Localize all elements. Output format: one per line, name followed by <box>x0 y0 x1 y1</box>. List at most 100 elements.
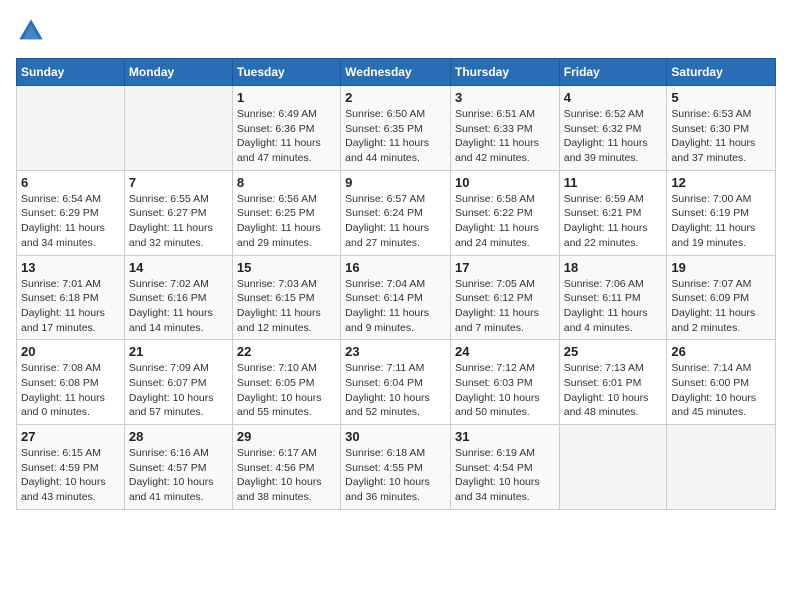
calendar-cell <box>124 86 232 171</box>
week-row-4: 20 Sunrise: 7:08 AM Sunset: 6:08 PM Dayli… <box>17 340 776 425</box>
day-number: 29 <box>237 429 336 444</box>
week-row-3: 13 Sunrise: 7:01 AM Sunset: 6:18 PM Dayli… <box>17 255 776 340</box>
calendar-cell: 1 Sunrise: 6:49 AM Sunset: 6:36 PM Daylig… <box>232 86 340 171</box>
calendar-cell: 3 Sunrise: 6:51 AM Sunset: 6:33 PM Daylig… <box>450 86 559 171</box>
day-number: 13 <box>21 260 120 275</box>
calendar-cell: 6Sunrise: 6:54 AM Sunset: 6:29 PM Daylig… <box>17 170 125 255</box>
day-number: 14 <box>129 260 228 275</box>
day-info: Sunrise: 7:14 AM Sunset: 6:00 PM Dayligh… <box>671 361 771 420</box>
day-number: 31 <box>455 429 555 444</box>
calendar-cell <box>559 425 667 510</box>
day-info: Sunrise: 7:08 AM Sunset: 6:08 PM Dayligh… <box>21 361 120 420</box>
day-info: Sunrise: 7:05 AM Sunset: 6:12 PM Dayligh… <box>455 277 555 336</box>
day-number: 26 <box>671 344 771 359</box>
day-number: 15 <box>237 260 336 275</box>
day-info: Sunrise: 6:52 AM Sunset: 6:32 PM Dayligh… <box>564 107 663 166</box>
day-info: Sunrise: 7:00 AM Sunset: 6:19 PM Dayligh… <box>671 192 771 251</box>
day-info: Sunrise: 6:19 AM Sunset: 4:54 PM Dayligh… <box>455 446 555 505</box>
day-info: Sunrise: 7:04 AM Sunset: 6:14 PM Dayligh… <box>345 277 446 336</box>
day-number: 7 <box>129 175 228 190</box>
calendar-cell: 19 Sunrise: 7:07 AM Sunset: 6:09 PM Dayli… <box>667 255 776 340</box>
day-number: 24 <box>455 344 555 359</box>
day-info: Sunrise: 7:12 AM Sunset: 6:03 PM Dayligh… <box>455 361 555 420</box>
day-info: Sunrise: 6:17 AM Sunset: 4:56 PM Dayligh… <box>237 446 336 505</box>
calendar-cell <box>17 86 125 171</box>
calendar-cell: 29 Sunrise: 6:17 AM Sunset: 4:56 PM Dayli… <box>232 425 340 510</box>
day-number: 3 <box>455 90 555 105</box>
weekday-header-saturday: Saturday <box>667 59 776 86</box>
day-info: Sunrise: 7:06 AM Sunset: 6:11 PM Dayligh… <box>564 277 663 336</box>
day-number: 25 <box>564 344 663 359</box>
calendar-cell: 12 Sunrise: 7:00 AM Sunset: 6:19 PM Dayli… <box>667 170 776 255</box>
calendar-cell: 5Sunrise: 6:53 AM Sunset: 6:30 PM Daylig… <box>667 86 776 171</box>
day-info: Sunrise: 6:15 AM Sunset: 4:59 PM Dayligh… <box>21 446 120 505</box>
day-info: Sunrise: 7:01 AM Sunset: 6:18 PM Dayligh… <box>21 277 120 336</box>
day-number: 22 <box>237 344 336 359</box>
day-info: Sunrise: 6:49 AM Sunset: 6:36 PM Dayligh… <box>237 107 336 166</box>
day-info: Sunrise: 6:59 AM Sunset: 6:21 PM Dayligh… <box>564 192 663 251</box>
weekday-header-thursday: Thursday <box>450 59 559 86</box>
day-info: Sunrise: 7:07 AM Sunset: 6:09 PM Dayligh… <box>671 277 771 336</box>
day-number: 9 <box>345 175 446 190</box>
weekday-header-row: SundayMondayTuesdayWednesdayThursdayFrid… <box>17 59 776 86</box>
day-number: 23 <box>345 344 446 359</box>
calendar-cell: 8 Sunrise: 6:56 AM Sunset: 6:25 PM Daylig… <box>232 170 340 255</box>
calendar-cell: 14 Sunrise: 7:02 AM Sunset: 6:16 PM Dayli… <box>124 255 232 340</box>
calendar-cell <box>667 425 776 510</box>
weekday-header-tuesday: Tuesday <box>232 59 340 86</box>
calendar-cell: 16 Sunrise: 7:04 AM Sunset: 6:14 PM Dayli… <box>341 255 451 340</box>
weekday-header-wednesday: Wednesday <box>341 59 451 86</box>
calendar-cell: 30 Sunrise: 6:18 AM Sunset: 4:55 PM Dayli… <box>341 425 451 510</box>
day-number: 1 <box>237 90 336 105</box>
day-number: 21 <box>129 344 228 359</box>
day-number: 12 <box>671 175 771 190</box>
weekday-header-sunday: Sunday <box>17 59 125 86</box>
day-number: 27 <box>21 429 120 444</box>
day-info: Sunrise: 7:11 AM Sunset: 6:04 PM Dayligh… <box>345 361 446 420</box>
day-number: 4 <box>564 90 663 105</box>
calendar-cell: 28Sunrise: 6:16 AM Sunset: 4:57 PM Dayli… <box>124 425 232 510</box>
calendar-cell: 23 Sunrise: 7:11 AM Sunset: 6:04 PM Dayli… <box>341 340 451 425</box>
calendar-cell: 4 Sunrise: 6:52 AM Sunset: 6:32 PM Daylig… <box>559 86 667 171</box>
day-number: 17 <box>455 260 555 275</box>
calendar-cell: 17 Sunrise: 7:05 AM Sunset: 6:12 PM Dayli… <box>450 255 559 340</box>
day-info: Sunrise: 7:13 AM Sunset: 6:01 PM Dayligh… <box>564 361 663 420</box>
day-number: 11 <box>564 175 663 190</box>
week-row-1: 1 Sunrise: 6:49 AM Sunset: 6:36 PM Daylig… <box>17 86 776 171</box>
day-info: Sunrise: 7:02 AM Sunset: 6:16 PM Dayligh… <box>129 277 228 336</box>
day-number: 16 <box>345 260 446 275</box>
day-info: Sunrise: 6:51 AM Sunset: 6:33 PM Dayligh… <box>455 107 555 166</box>
calendar-cell: 21 Sunrise: 7:09 AM Sunset: 6:07 PM Dayli… <box>124 340 232 425</box>
day-number: 8 <box>237 175 336 190</box>
logo <box>16 16 50 46</box>
day-number: 20 <box>21 344 120 359</box>
day-info: Sunrise: 6:18 AM Sunset: 4:55 PM Dayligh… <box>345 446 446 505</box>
day-info: Sunrise: 7:03 AM Sunset: 6:15 PM Dayligh… <box>237 277 336 336</box>
day-info: Sunrise: 6:55 AM Sunset: 6:27 PM Dayligh… <box>129 192 228 251</box>
day-number: 10 <box>455 175 555 190</box>
calendar-cell: 26 Sunrise: 7:14 AM Sunset: 6:00 PM Dayli… <box>667 340 776 425</box>
day-info: Sunrise: 6:16 AM Sunset: 4:57 PM Dayligh… <box>129 446 228 505</box>
logo-icon <box>16 16 46 46</box>
day-number: 19 <box>671 260 771 275</box>
day-info: Sunrise: 7:09 AM Sunset: 6:07 PM Dayligh… <box>129 361 228 420</box>
calendar-cell: 13 Sunrise: 7:01 AM Sunset: 6:18 PM Dayli… <box>17 255 125 340</box>
day-info: Sunrise: 6:56 AM Sunset: 6:25 PM Dayligh… <box>237 192 336 251</box>
week-row-5: 27 Sunrise: 6:15 AM Sunset: 4:59 PM Dayli… <box>17 425 776 510</box>
calendar-cell: 25 Sunrise: 7:13 AM Sunset: 6:01 PM Dayli… <box>559 340 667 425</box>
calendar-cell: 2 Sunrise: 6:50 AM Sunset: 6:35 PM Daylig… <box>341 86 451 171</box>
day-info: Sunrise: 6:57 AM Sunset: 6:24 PM Dayligh… <box>345 192 446 251</box>
week-row-2: 6Sunrise: 6:54 AM Sunset: 6:29 PM Daylig… <box>17 170 776 255</box>
weekday-header-friday: Friday <box>559 59 667 86</box>
day-number: 30 <box>345 429 446 444</box>
calendar-cell: 15 Sunrise: 7:03 AM Sunset: 6:15 PM Dayli… <box>232 255 340 340</box>
day-number: 2 <box>345 90 446 105</box>
calendar-cell: 31 Sunrise: 6:19 AM Sunset: 4:54 PM Dayli… <box>450 425 559 510</box>
calendar-cell: 22Sunrise: 7:10 AM Sunset: 6:05 PM Dayli… <box>232 340 340 425</box>
weekday-header-monday: Monday <box>124 59 232 86</box>
day-info: Sunrise: 6:53 AM Sunset: 6:30 PM Dayligh… <box>671 107 771 166</box>
page-header <box>16 16 776 46</box>
calendar-cell: 24 Sunrise: 7:12 AM Sunset: 6:03 PM Dayli… <box>450 340 559 425</box>
calendar-cell: 27 Sunrise: 6:15 AM Sunset: 4:59 PM Dayli… <box>17 425 125 510</box>
day-info: Sunrise: 6:50 AM Sunset: 6:35 PM Dayligh… <box>345 107 446 166</box>
